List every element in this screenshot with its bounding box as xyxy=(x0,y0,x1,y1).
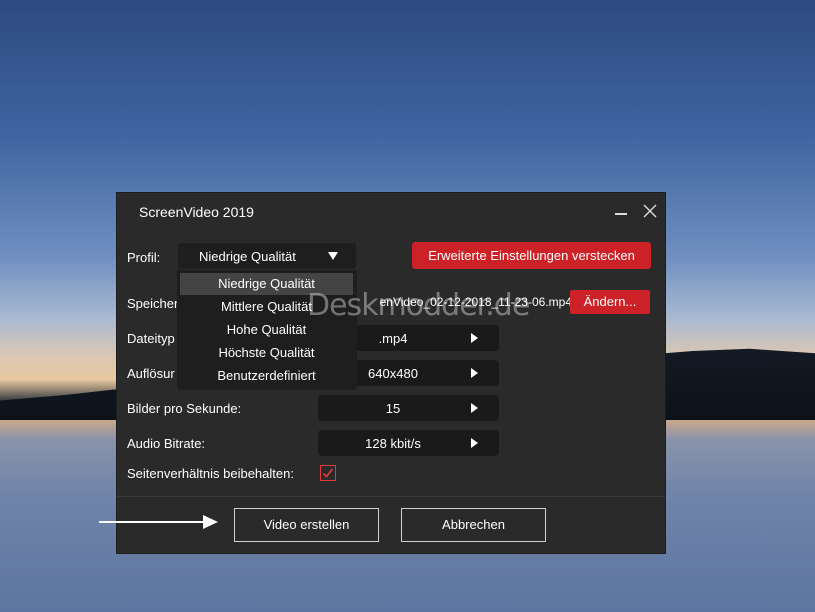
title-bar[interactable]: ScreenVideo 2019 xyxy=(117,193,665,229)
audio-bitrate-label: Audio Bitrate: xyxy=(127,436,206,451)
fps-value: 15 xyxy=(385,401,401,416)
profile-value: Niedrige Qualität xyxy=(199,249,296,264)
minimize-button[interactable] xyxy=(610,200,632,222)
next-arrow-icon[interactable] xyxy=(471,403,478,413)
profile-label: Profil: xyxy=(127,250,161,265)
next-arrow-icon[interactable] xyxy=(471,368,478,378)
checkmark-icon xyxy=(322,468,334,478)
create-video-button[interactable]: Video erstellen xyxy=(234,508,379,542)
fps-stepper[interactable]: 15 xyxy=(318,395,499,421)
aspect-ratio-checkbox[interactable] xyxy=(320,465,336,481)
resolution-label: Auflösur xyxy=(127,366,175,381)
window-title: ScreenVideo 2019 xyxy=(139,204,254,220)
pointer-arrow-icon xyxy=(99,515,218,529)
close-icon xyxy=(643,204,657,218)
chevron-down-icon xyxy=(328,252,338,260)
save-label: Speicher xyxy=(127,296,179,311)
audio-bitrate-stepper[interactable]: 128 kbit/s xyxy=(318,430,499,456)
change-path-button[interactable]: Ändern... xyxy=(570,290,650,314)
divider xyxy=(117,496,665,497)
next-arrow-icon[interactable] xyxy=(471,438,478,448)
watermark: Deskmodder.de xyxy=(307,288,530,323)
next-arrow-icon[interactable] xyxy=(471,333,478,343)
fps-label: Bilder pro Sekunde: xyxy=(127,401,242,416)
cancel-button[interactable]: Abbrechen xyxy=(401,508,546,542)
aspect-ratio-label: Seitenverhältnis beibehalten: xyxy=(127,466,294,481)
audio-bitrate-value: 128 kbit/s xyxy=(365,436,421,451)
minimize-icon xyxy=(615,213,627,215)
dropdown-option-custom[interactable]: Benutzerdefiniert xyxy=(180,365,353,387)
dropdown-option-highest[interactable]: Höchste Qualität xyxy=(180,342,353,364)
profile-select[interactable]: Niedrige Qualität xyxy=(178,243,356,269)
filetype-label: Dateityp xyxy=(127,331,175,346)
close-button[interactable] xyxy=(639,200,661,222)
hide-advanced-settings-button[interactable]: Erweiterte Einstellungen verstecken xyxy=(412,242,651,269)
